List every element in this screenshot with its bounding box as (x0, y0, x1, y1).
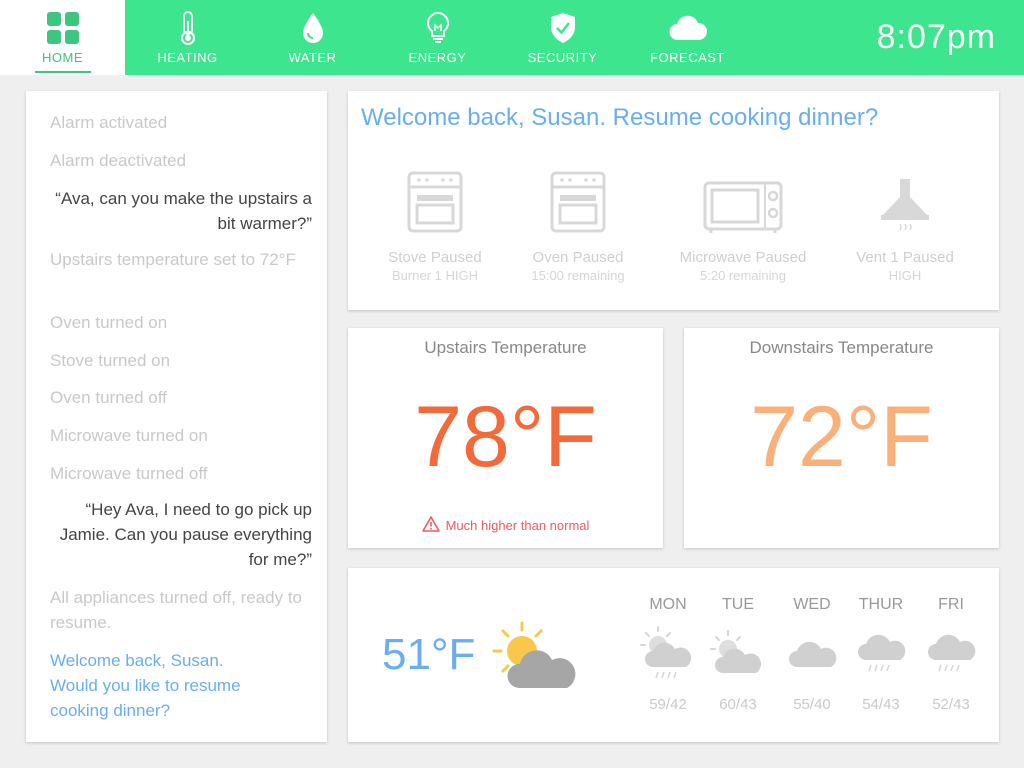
cloud-rain-icon (916, 622, 986, 686)
forecast-day[interactable]: MON 59/42 (633, 596, 703, 713)
day-name: MON (649, 596, 687, 613)
downstairs-temperature-card[interactable]: Downstairs Temperature 72°F (684, 328, 999, 548)
day-name: THUR (858, 596, 904, 613)
welcome-panel: Welcome back, Susan. Resume cooking dinn… (348, 91, 999, 310)
day-name: FRI (938, 596, 964, 613)
temperature-title: Upstairs Temperature (424, 338, 587, 357)
log-entry: Oven turned on (50, 313, 168, 332)
appliance-oven[interactable]: Oven Paused 15:00 remaining (493, 171, 663, 283)
log-entry-speech: “Hey Ava, I need to go pick up Jamie. Ca… (59, 500, 312, 569)
oven-icon (493, 171, 663, 233)
day-range: 54/43 (862, 696, 900, 713)
nav-energy[interactable]: ENERGY (375, 0, 500, 75)
appliance-detail: 5:20 remaining (700, 268, 786, 283)
log-entry: Upstairs temperature set to 72°F (50, 250, 296, 269)
nav-forecast[interactable]: FORECAST (625, 0, 750, 75)
active-underline (35, 71, 91, 73)
day-name: TUE (722, 596, 754, 613)
appliance-name: Oven Paused (532, 249, 624, 266)
appliance-microwave[interactable]: Microwave Paused 5:20 remaining (658, 171, 828, 283)
log-entry: Microwave turned off (50, 464, 208, 483)
day-range: 60/43 (719, 696, 757, 713)
nav-water[interactable]: WATER (250, 0, 375, 75)
welcome-title[interactable]: Welcome back, Susan. Resume cooking dinn… (361, 104, 878, 132)
appliance-detail: HIGH (888, 268, 922, 283)
microwave-icon (658, 171, 828, 233)
appliance-name: Vent 1 Paused (856, 249, 954, 266)
shield-check-icon (500, 10, 625, 46)
log-entry: Alarm activated (50, 113, 168, 132)
current-temperature: 51°F (382, 630, 476, 679)
nav-label: HEATING (157, 50, 218, 65)
nav-label: WATER (288, 50, 337, 65)
forecast-day[interactable]: THUR 54/43 (846, 596, 916, 713)
day-range: 55/40 (793, 696, 831, 713)
cloud-icon (777, 622, 847, 686)
nav-label: SECURITY (527, 50, 598, 65)
cloud-rain-icon (846, 622, 916, 686)
thermometer-icon (125, 10, 250, 46)
water-drop-icon (250, 10, 375, 46)
temperature-value: 72°F (750, 389, 933, 485)
nav-label: ENERGY (408, 50, 467, 65)
log-entry: Oven turned off (50, 388, 167, 407)
clock: 8:07pm (876, 18, 996, 56)
log-entry: All appliances turned off, ready to resu… (50, 588, 303, 632)
day-range: 52/43 (932, 696, 970, 713)
temperature-title: Downstairs Temperature (749, 338, 934, 357)
sun-cloud-rain-icon (633, 622, 703, 686)
day-name: WED (793, 596, 831, 613)
temperature-value: 78°F (414, 389, 597, 485)
forecast-day[interactable]: FRI 52/43 (916, 596, 986, 713)
log-entry-highlight[interactable]: Welcome back, Susan. Would you like to r… (50, 648, 270, 723)
log-entry-speech: “Ava, can you make the upstairs a bit wa… (55, 189, 312, 233)
nav-label: HOME (42, 50, 83, 65)
log-entry: Stove turned on (50, 351, 171, 370)
nav-heating[interactable]: HEATING (125, 0, 250, 75)
forecast-day[interactable]: WED 55/40 (777, 596, 847, 713)
nav-security[interactable]: SECURITY (500, 0, 625, 75)
appliance-name: Microwave Paused (679, 249, 807, 266)
warning-text: Much higher than normal (445, 518, 590, 533)
vent-hood-icon (820, 171, 990, 233)
grid-icon (0, 10, 125, 46)
activity-log: Alarm activated Alarm deactivated “Ava, … (26, 91, 327, 742)
upstairs-temperature-card[interactable]: Upstairs Temperature 78°F Much higher th… (348, 328, 663, 548)
weather-panel[interactable]: 51°F MON 59/42 TUE 60/43 WED 55/40 THUR … (348, 568, 999, 742)
appliance-detail: 15:00 remaining (531, 268, 625, 283)
day-range: 59/42 (649, 696, 687, 713)
partly-cloudy-icon (491, 620, 587, 697)
forecast-day[interactable]: TUE 60/43 (703, 596, 773, 713)
nav-home[interactable]: HOME (0, 0, 125, 75)
temperature-warning: Much higher than normal (348, 516, 663, 535)
log-entry: Microwave turned on (50, 426, 208, 445)
lightbulb-icon (375, 10, 500, 46)
appliance-vent[interactable]: Vent 1 Paused HIGH (820, 171, 990, 283)
top-nav: HOME HEATING WATER ENERGY SECURITY FOREC… (0, 0, 1024, 75)
sun-cloud-icon (703, 622, 773, 686)
warning-icon (421, 516, 440, 535)
nav-label: FORECAST (650, 50, 725, 65)
cloud-icon (625, 10, 750, 46)
log-entry: Alarm deactivated (50, 151, 187, 170)
